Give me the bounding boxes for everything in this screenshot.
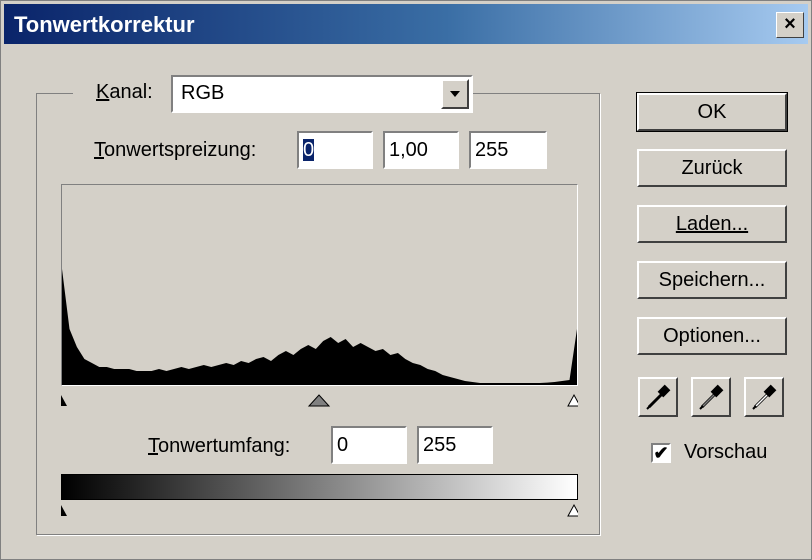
output-white-slider-handle[interactable] xyxy=(567,503,581,517)
save-button-label: Speichern... xyxy=(658,269,766,291)
output-black-field[interactable]: 0 xyxy=(331,426,407,464)
levels-dialog: Tonwertkorrektur × Kanal: RGB Tonwertspr… xyxy=(0,0,812,560)
output-black-slider-handle[interactable] xyxy=(55,505,67,516)
white-eyedropper-icon xyxy=(752,384,777,410)
save-button[interactable]: Speichern... xyxy=(637,261,787,299)
input-slider-track[interactable] xyxy=(55,390,581,410)
histogram xyxy=(62,269,577,385)
output-slider xyxy=(55,503,581,517)
black-eyedropper-icon xyxy=(646,384,671,410)
title-bar: Tonwertkorrektur × xyxy=(4,4,808,44)
input-gamma-field[interactable]: 1,00 xyxy=(383,131,459,169)
channel-label: Kanal: xyxy=(96,81,153,103)
input-white-field[interactable]: 255 xyxy=(469,131,547,169)
window-title: Tonwertkorrektur xyxy=(14,12,195,37)
gray-eyedropper-icon xyxy=(699,384,724,410)
options-button[interactable]: Optionen... xyxy=(637,317,787,355)
gray-eyedropper-button[interactable] xyxy=(691,377,731,417)
close-button[interactable]: × xyxy=(776,12,804,38)
preview-checkbox[interactable]: ✔ xyxy=(651,443,671,463)
input-black-field[interactable]: 0 xyxy=(297,131,373,169)
black-eyedropper-button[interactable] xyxy=(638,377,678,417)
input-black-slider-handle[interactable] xyxy=(55,395,67,406)
input-slider xyxy=(55,393,581,407)
reset-button-label: Zurück xyxy=(681,157,743,179)
histogram-panel xyxy=(61,184,578,386)
input-gamma-slider-handle[interactable] xyxy=(307,394,331,407)
preview-label: Vorschau xyxy=(684,441,767,464)
input-levels-label: Tonwertspreizung: xyxy=(94,139,257,161)
dropdown-button[interactable] xyxy=(441,79,469,109)
channel-select[interactable]: RGB xyxy=(171,75,473,113)
load-button-label: Laden... xyxy=(675,213,749,235)
output-gradient-bar xyxy=(61,474,578,500)
reset-button[interactable]: Zurück xyxy=(637,149,787,187)
histogram-shape xyxy=(62,269,577,385)
chevron-down-icon xyxy=(450,91,460,97)
white-eyedropper-button[interactable] xyxy=(744,377,784,417)
output-white-field[interactable]: 255 xyxy=(417,426,493,464)
load-button[interactable]: Laden... xyxy=(637,205,787,243)
preview-label-text: Vorschau xyxy=(684,441,768,463)
input-black-value: 0 xyxy=(303,139,315,161)
channel-value: RGB xyxy=(181,82,225,104)
input-white-slider-handle[interactable] xyxy=(567,393,581,407)
ok-button[interactable]: OK xyxy=(636,92,788,132)
output-slider-track[interactable] xyxy=(55,502,581,520)
output-levels-label: Tonwertumfang: xyxy=(148,435,291,457)
options-button-label: Optionen... xyxy=(663,325,761,347)
